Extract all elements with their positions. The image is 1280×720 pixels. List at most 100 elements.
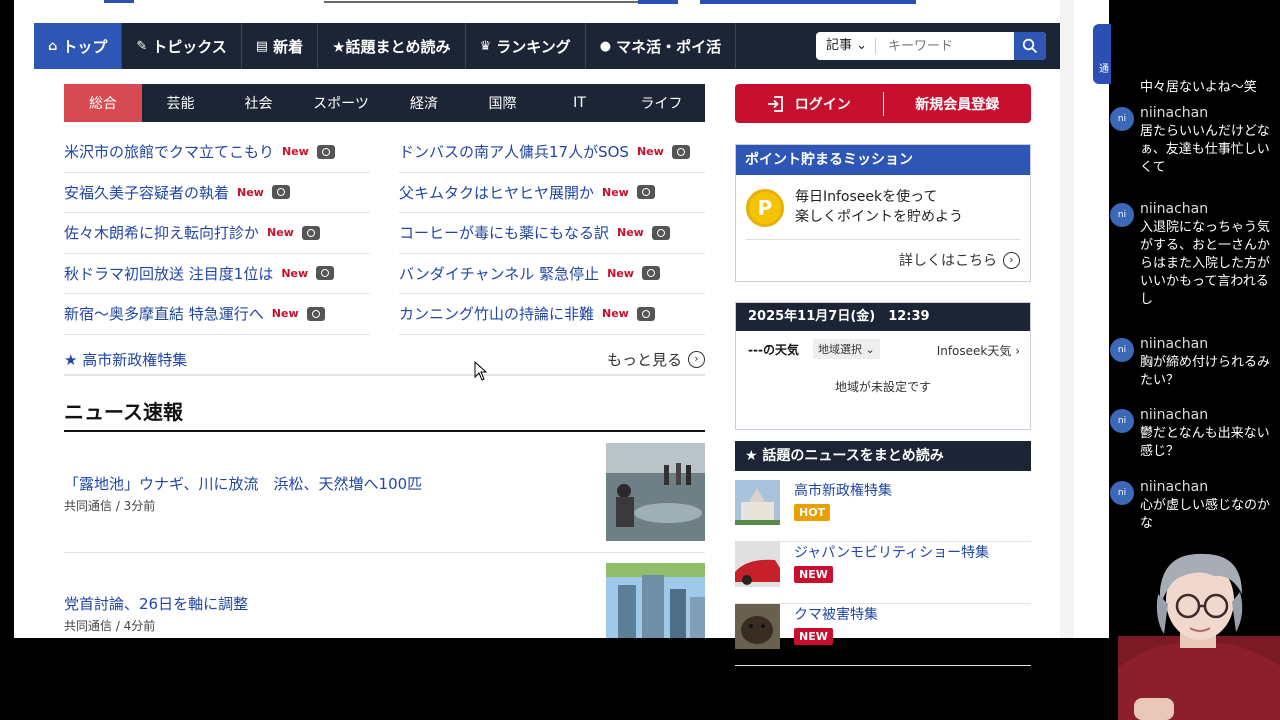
search-category-select[interactable]: 記事 ⌄ [816, 38, 877, 54]
side-tab[interactable]: 通 [1093, 24, 1111, 84]
chat-text: 胸が締め付けられるみたい？ [1140, 355, 1271, 388]
piggy-bank-icon: ● [599, 38, 612, 54]
document-icon: ▤ [255, 38, 269, 54]
chat-username: niinachan [1140, 336, 1209, 352]
register-button[interactable]: 新規会員登録 [884, 94, 1032, 114]
chat-username: niinachan [1140, 479, 1209, 495]
camera-icon [641, 266, 660, 281]
matome-title[interactable]: 高市新政権特集 [794, 480, 892, 500]
camera-icon [316, 144, 335, 159]
headline-item[interactable]: コーヒーが毒にも薬にもなる訳 New [399, 213, 705, 254]
matome-title[interactable]: ジャパンモビリティショー特集 [794, 542, 989, 562]
matome-item[interactable]: ジャパンモビリティショー特集 NEW [735, 542, 1031, 604]
page-side-strip [1060, 0, 1074, 638]
headline-item[interactable]: 米沢市の旅館でクマ立てこもり New [64, 132, 370, 173]
headline-item[interactable]: 父キムタクはヒヤヒヤ展開か New [399, 173, 705, 213]
hot-badge: HOT [794, 504, 831, 521]
chevron-right-icon: › [1003, 251, 1020, 269]
stream-frame: 通 ⌂ トップ ✎ トピックス ▤ 新着 ★話題まとめ読み ♛ ランキング ● … [0, 0, 1280, 720]
point-coin-icon: P [746, 189, 784, 227]
logo-fragment [104, 0, 134, 3]
headline-item[interactable]: カンニング竹山の持論に非難 New [399, 294, 705, 335]
weather-box: 2025年11月7日(金) 12:39 ---の天気 地域選択 ⌄ Infose… [735, 302, 1031, 430]
tab-it[interactable]: IT [541, 84, 618, 122]
camera-icon [316, 266, 335, 281]
matome-thumbnail [735, 542, 780, 587]
user-avatar: ni [1110, 107, 1134, 131]
nav-item-matome[interactable]: ★話題まとめ読み [318, 23, 466, 69]
mouse-cursor-icon [474, 361, 488, 381]
mission-box: ポイント貯まるミッション P 毎日Infoseekを使って 楽しくポイントを貯め… [735, 144, 1031, 282]
article-title[interactable]: 「露地池」ウナギ、川に放流 浜松、天然増へ100匹 [64, 473, 422, 494]
user-avatar: ni [1110, 481, 1134, 505]
home-icon: ⌂ [48, 38, 58, 54]
nav-item-topics[interactable]: ✎ トピックス [122, 23, 242, 69]
login-icon [767, 95, 783, 112]
headline-item[interactable]: ドンバスの南ア人傭兵17人がSOS New [399, 132, 705, 173]
pencil-icon: ✎ [136, 38, 148, 54]
login-button[interactable]: ログイン [735, 94, 883, 114]
nav-item-top[interactable]: ⌂ トップ [34, 23, 123, 69]
camera-icon [651, 225, 670, 240]
tab-international[interactable]: 国際 [464, 84, 541, 122]
mission-divider [746, 239, 1020, 240]
chat-text: 居たらいいんだけどなぁ、友達も仕事忙しいくて [1140, 124, 1270, 175]
chevron-right-icon: › [688, 350, 705, 368]
article-title[interactable]: 党首討論、26日を軸に調整 [64, 593, 248, 614]
new-badge: NEW [794, 566, 833, 583]
camera-icon [301, 225, 320, 240]
chat-username: niinachan [1140, 105, 1209, 121]
new-badge: New [267, 226, 294, 240]
headline-item[interactable]: 新宿〜奥多摩直結 特急運行へ New [64, 294, 370, 335]
crown-icon: ♛ [479, 38, 492, 54]
headline-item[interactable]: バンダイチャンネル 緊急停止 New [399, 254, 705, 294]
article-source: 共同通信 / 4分前 [64, 619, 156, 633]
header-banner-fragment [700, 0, 916, 4]
nav-item-new[interactable]: ▤ 新着 [242, 23, 319, 69]
headline-item[interactable]: 佐々木朗希に抑え転向打診か New [64, 213, 370, 254]
new-badge: New [271, 307, 299, 321]
headline-column-right: ドンバスの南ア人傭兵17人がSOS New 父キムタクはヒヤヒヤ展開か New コー… [399, 132, 705, 335]
user-avatar: ni [1110, 203, 1134, 227]
chat-username: niinachan [1140, 407, 1209, 423]
search-input[interactable] [876, 38, 999, 54]
chat-text: 鬱だとなんも出来ない感じ？ [1140, 426, 1270, 459]
tab-general[interactable]: 総合 [64, 84, 142, 122]
streamer-avatar [1118, 553, 1280, 720]
tab-sports[interactable]: スポーツ [298, 84, 384, 122]
new-badge: New [636, 145, 664, 159]
account-bar: ログイン 新規会員登録 [735, 84, 1031, 123]
article-thumbnail[interactable] [606, 563, 705, 638]
tab-entertainment[interactable]: 芸能 [142, 84, 219, 122]
new-badge: New [282, 145, 309, 159]
nav-item-money[interactable]: ● マネ活・ポイ活 [586, 23, 737, 69]
more-link[interactable]: もっと見る › [607, 349, 705, 370]
headline-item[interactable]: 安福久美子容疑者の執着 New [64, 173, 370, 213]
search-button[interactable] [1014, 32, 1046, 60]
feature-link[interactable]: ★ 高市新政権特集 [64, 349, 187, 370]
mission-header: ポイント貯まるミッション [736, 145, 1030, 175]
article-thumbnail[interactable] [606, 443, 705, 541]
chat-text: 入退院になっちゃう気がする、おと一さんからはまた入院した方がいいかもって言われる… [1140, 220, 1271, 307]
headline-item[interactable]: 秋ドラマ初回放送 注目度1位は New [64, 254, 370, 294]
nav-item-ranking[interactable]: ♛ ランキング [466, 23, 586, 69]
user-avatar: ni [1110, 409, 1134, 433]
weather-datetime: 2025年11月7日(金) 12:39 [736, 303, 1030, 331]
matome-box: ★ 話題のニュースをまとめ読み 高市新政権特集 HOT ジャパンモビリティショー… [735, 441, 1031, 666]
category-tabs: 総合 芸能 社会 スポーツ 経済 国際 IT ライフ [64, 84, 705, 122]
matome-item[interactable]: 高市新政権特集 HOT [735, 480, 1031, 542]
search-icon [1022, 38, 1038, 54]
camera-icon [636, 185, 655, 200]
user-avatar: ni [1110, 338, 1134, 362]
matome-item[interactable]: クマ被害特集 NEW [735, 604, 1031, 666]
tab-economy[interactable]: 経済 [384, 84, 464, 122]
region-select[interactable]: 地域選択 ⌄ [813, 339, 880, 359]
feature-row: ★ 高市新政権特集 もっと見る › [64, 344, 705, 376]
weather-label: ---の天気 [748, 343, 799, 357]
matome-thumbnail [735, 604, 780, 649]
mission-detail-link[interactable]: 詳しくはこちら › [899, 250, 1020, 270]
tab-life[interactable]: ライフ [618, 84, 705, 122]
weather-provider-link[interactable]: Infoseek天気 › [937, 342, 1020, 359]
matome-title[interactable]: クマ被害特集 [794, 604, 878, 624]
tab-society[interactable]: 社会 [219, 84, 298, 122]
